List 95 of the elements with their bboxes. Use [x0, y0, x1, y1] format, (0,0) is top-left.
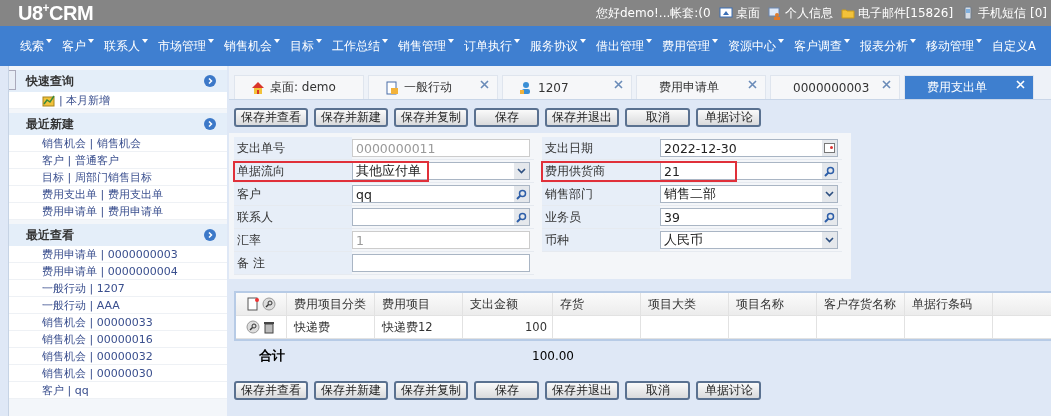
- sidebar-item[interactable]: 销售机会 | 00000033: [9, 314, 227, 331]
- section-title: 最近新建: [26, 115, 74, 133]
- field-label: 销售部门: [542, 183, 660, 205]
- field-label: 支出单号: [234, 137, 352, 159]
- tab[interactable]: 1207: [502, 75, 632, 99]
- header-link[interactable]: 电子邮件[15826]: [840, 4, 954, 22]
- field-label: 币种: [542, 229, 660, 251]
- total-value: 100.00: [531, 349, 574, 363]
- column-header: 单据行条码: [905, 293, 993, 315]
- toolbar-button[interactable]: 保存并查看: [234, 381, 308, 400]
- nav-menu-item[interactable]: 自定义A: [992, 38, 1036, 54]
- column-header: 项目大类: [641, 293, 729, 315]
- sidebar-item[interactable]: 销售机会 | 00000016: [9, 331, 227, 348]
- field-label: 汇率: [234, 229, 352, 251]
- input-field[interactable]: qq: [352, 185, 530, 203]
- nav-menu-item[interactable]: 借出管理: [596, 38, 652, 54]
- sidebar-item[interactable]: 费用支出单 | 费用支出单: [9, 186, 227, 203]
- toolbar-button[interactable]: 保存并新建: [314, 108, 388, 127]
- sidebar-section-header[interactable]: 最近查看: [9, 224, 227, 246]
- toolbar-button[interactable]: 保存并复制: [394, 381, 468, 400]
- header-link[interactable]: 个人信息: [767, 4, 833, 22]
- column-header: 费用项目分类: [287, 293, 375, 315]
- sidebar-item[interactable]: 客户 | 普通客户: [9, 152, 227, 169]
- toolbar-button[interactable]: 保存: [474, 108, 539, 127]
- field-label: 联系人: [234, 206, 352, 228]
- nav-menu-item[interactable]: 线索: [20, 38, 52, 54]
- table-cell: 快递费12: [375, 316, 463, 338]
- nav-menu-item[interactable]: 服务协议: [530, 38, 586, 54]
- nav-menu-item[interactable]: 销售管理: [398, 38, 454, 54]
- field-label: 客户: [234, 183, 352, 205]
- sidebar-item[interactable]: 费用申请单 | 费用申请单: [9, 203, 227, 220]
- sidebar-item[interactable]: 目标 | 周部门销售目标: [9, 169, 227, 186]
- column-header: 项目名称: [729, 293, 817, 315]
- dropdown-field[interactable]: 人民币: [660, 231, 838, 249]
- nav-menu-item[interactable]: 费用管理: [662, 38, 718, 54]
- column-header: 存货: [553, 293, 641, 315]
- sidebar-item[interactable]: 销售机会 | 00000032: [9, 348, 227, 365]
- section-title: 快速查询: [26, 72, 74, 90]
- total-label: 合计: [259, 347, 286, 365]
- field-label: 业务员: [542, 206, 660, 228]
- sidebar-section-header[interactable]: 最近新建: [9, 113, 227, 135]
- toolbar-button[interactable]: 取消: [625, 381, 690, 400]
- field-label: 支出日期: [542, 137, 660, 159]
- toolbar-button[interactable]: 取消: [625, 108, 690, 127]
- nav-menu-item[interactable]: 客户调查: [794, 38, 850, 54]
- table-cell: 快递费: [287, 316, 375, 338]
- sidebar-section-header[interactable]: 快速查询: [9, 70, 227, 92]
- sidebar-item[interactable]: 一般行动 | AAA: [9, 297, 227, 314]
- toolbar-button[interactable]: 单据讨论: [696, 108, 761, 127]
- toolbar-button[interactable]: 保存: [474, 381, 539, 400]
- greeting-text: 您好demo!...帐套:(0: [596, 4, 711, 22]
- tab[interactable]: 0000000003: [770, 75, 900, 99]
- toolbar-button[interactable]: 保存并查看: [234, 108, 308, 127]
- sidebar-item[interactable]: 一般行动 | 1207: [9, 280, 227, 297]
- tab[interactable]: 桌面: demo: [234, 75, 364, 99]
- toolbar-button[interactable]: 保存并新建: [314, 381, 388, 400]
- section-title: 最近查看: [26, 226, 74, 244]
- toolbar-button[interactable]: 保存并退出: [545, 381, 619, 400]
- sidebar-item[interactable]: 费用申请单 | 0000000003: [9, 246, 227, 263]
- sidebar-item[interactable]: 客户 | qq: [9, 382, 227, 399]
- nav-menu-item[interactable]: 市场管理: [158, 38, 214, 54]
- sidebar-item[interactable]: 费用申请单 | 0000000004: [9, 263, 227, 280]
- nav-menu-item[interactable]: 资源中心: [728, 38, 784, 54]
- tab[interactable]: 一般行动: [368, 75, 498, 99]
- tab[interactable]: 费用支出单: [904, 75, 1034, 99]
- nav-menu-item[interactable]: 工作总结: [332, 38, 388, 54]
- sidebar-item[interactable]: | 本月新增: [9, 92, 227, 109]
- table-cell: 100: [463, 316, 553, 338]
- nav-menu-item[interactable]: 移动管理: [926, 38, 982, 54]
- dropdown-field[interactable]: 销售二部: [660, 185, 838, 203]
- input-field: 0000000011: [352, 139, 530, 157]
- nav-menu-item[interactable]: 客户: [62, 38, 94, 54]
- nav-menu-item[interactable]: 联系人: [104, 38, 148, 54]
- nav-menu-item[interactable]: 报表分析: [860, 38, 916, 54]
- input-field[interactable]: 2022-12-30: [660, 139, 838, 157]
- column-header: 客户存货名称: [817, 293, 905, 315]
- logo: U8$^{+}$CRM: [18, 1, 94, 25]
- toolbar-button[interactable]: 保存并退出: [545, 108, 619, 127]
- nav-menu-item[interactable]: 订单执行: [464, 38, 520, 54]
- input-field: 1: [352, 231, 530, 249]
- input-field[interactable]: 39: [660, 208, 838, 226]
- toolbar-button[interactable]: 保存并复制: [394, 108, 468, 127]
- nav-menu-item[interactable]: 目标: [290, 38, 322, 54]
- field-label: 备 注: [234, 252, 352, 274]
- dropdown-field[interactable]: 其他应付单: [352, 162, 530, 180]
- header-link[interactable]: 桌面: [718, 4, 760, 22]
- toolbar-button[interactable]: 单据讨论: [696, 381, 761, 400]
- nav-menu-item[interactable]: 销售机会: [224, 38, 280, 54]
- sidebar-item[interactable]: 销售机会 | 00000030: [9, 365, 227, 382]
- column-header: 费用项目: [375, 293, 463, 315]
- sidebar-item[interactable]: 销售机会 | 销售机会: [9, 135, 227, 152]
- column-header: 支出金额: [463, 293, 553, 315]
- input-field[interactable]: 21: [660, 162, 838, 180]
- header-link[interactable]: 手机短信 [0]: [961, 4, 1047, 22]
- tab[interactable]: 费用申请单: [636, 75, 766, 99]
